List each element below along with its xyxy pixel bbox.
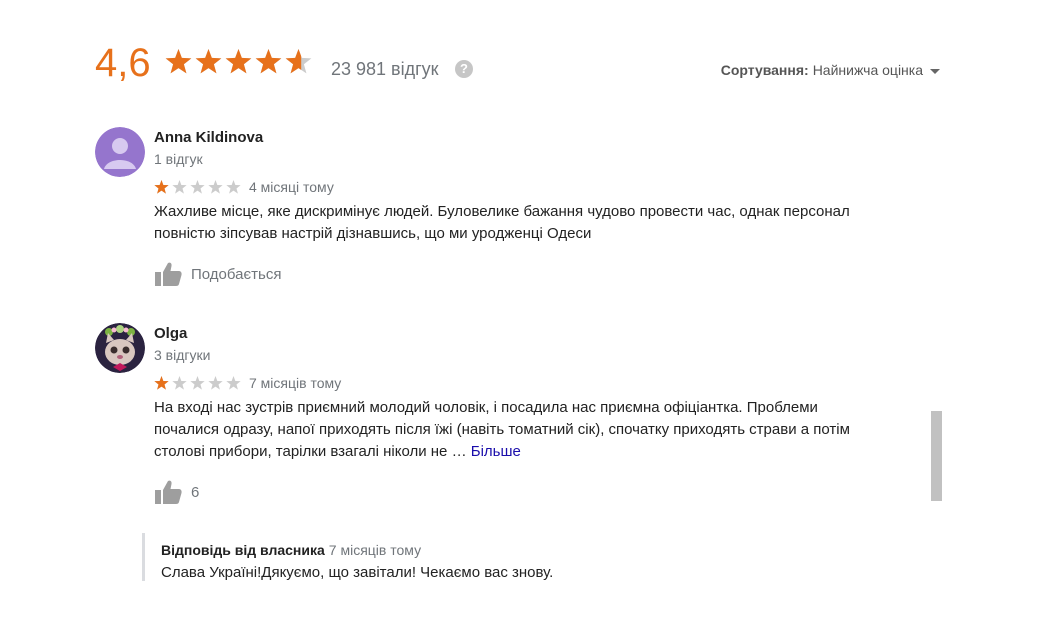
owner-reply: Відповідь від власника 7 місяців тому Сла… <box>142 533 705 581</box>
scrollbar-thumb[interactable] <box>931 411 942 501</box>
owner-reply-time: 7 місяців тому <box>328 542 422 558</box>
like-label: Подобається <box>191 266 282 283</box>
review-item: Olga 3 відгуки 7 місяців тому На вході н… <box>95 323 895 523</box>
star-icon <box>195 49 222 74</box>
star-icon <box>255 49 282 74</box>
average-stars <box>165 49 312 74</box>
sort-label: Сортування: <box>720 62 809 78</box>
review-author[interactable]: Olga <box>154 324 187 344</box>
star-icon <box>226 376 241 390</box>
review-author-meta: 1 відгук <box>154 151 203 167</box>
star-icon <box>208 376 223 390</box>
star-icon <box>172 376 187 390</box>
avatar[interactable] <box>95 323 145 373</box>
person-avatar-icon <box>95 127 145 177</box>
star-icon <box>154 180 169 194</box>
review-time: 7 місяців тому <box>249 375 342 391</box>
review-stars <box>154 376 241 390</box>
avatar[interactable] <box>95 127 145 177</box>
help-icon[interactable]: ? <box>455 60 473 78</box>
owner-reply-text: Слава Україні!Дякуємо, що завітали! Чека… <box>161 564 554 581</box>
star-icon <box>154 376 169 390</box>
owner-reply-title: Відповідь від власника <box>161 542 325 558</box>
star-icon <box>225 49 252 74</box>
thumbs-up-icon <box>155 262 182 286</box>
star-icon <box>208 180 223 194</box>
review-author[interactable]: Anna Kildinova <box>154 128 263 148</box>
average-rating: 4,6 <box>95 41 151 85</box>
owner-reply-header: Відповідь від власника 7 місяців тому <box>161 541 421 559</box>
star-icon <box>190 376 205 390</box>
like-count: 6 <box>191 484 200 501</box>
review-stars <box>154 180 241 194</box>
more-link[interactable]: Більше <box>471 443 521 460</box>
thumbs-up-icon <box>155 480 182 504</box>
caret-down-icon[interactable] <box>930 68 940 74</box>
cat-avatar-icon <box>95 323 145 373</box>
star-icon <box>172 180 187 194</box>
star-icon <box>226 180 241 194</box>
review-count[interactable]: 23 981 відгук <box>331 58 439 80</box>
star-icon <box>165 49 192 74</box>
review-author-meta: 3 відгуки <box>154 347 211 363</box>
review-time: 4 місяці тому <box>249 179 334 195</box>
sort-value[interactable]: Найнижча оцінка <box>813 62 923 78</box>
rating-summary: 4,6 23 981 відгук ? Сортування: Найнижча … <box>95 40 940 90</box>
review-text: На вході нас зустрів приємний молодий чо… <box>154 397 884 463</box>
star-icon <box>190 180 205 194</box>
review-item: Anna Kildinova 1 відгук 4 місяці тому Жа… <box>95 127 895 292</box>
sort-dropdown[interactable]: Сортування: Найнижча оцінка <box>721 60 940 80</box>
review-text: Жахливе місце, яке дискримінує людей. Бу… <box>154 203 850 242</box>
